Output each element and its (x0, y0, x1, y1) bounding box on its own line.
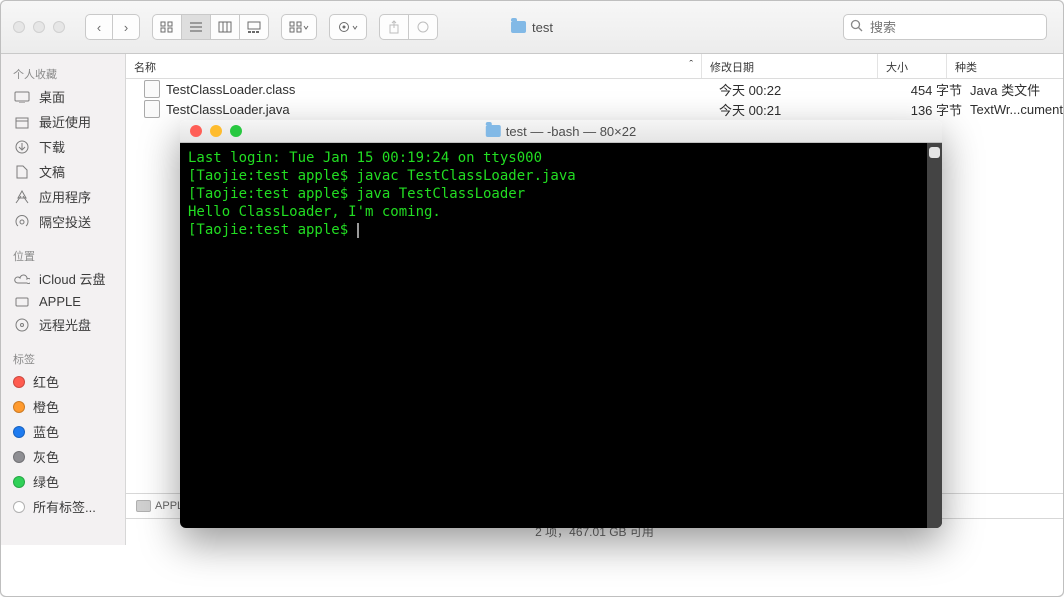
sidebar-item-desktop[interactable]: 桌面 (1, 84, 125, 109)
terminal-window[interactable]: test — -bash — 80×22 Last login: Tue Jan… (180, 120, 942, 528)
sidebar-item-applications[interactable]: 应用程序 (1, 184, 125, 209)
search-icon (850, 19, 863, 32)
desktop-icon (13, 90, 31, 104)
sidebar: 个人收藏 桌面 最近使用 下载 文稿 应用程序 隔空投送 位置 iCloud 云… (1, 54, 126, 545)
terminal-output: Last login: Tue Jan 15 00:19:24 on ttys0… (180, 143, 942, 245)
sidebar-item-airdrop[interactable]: 隔空投送 (1, 209, 125, 234)
action-group (329, 14, 367, 40)
finder-titlebar[interactable]: ‹ › test (1, 1, 1063, 54)
downloads-icon (13, 140, 31, 154)
column-size[interactable]: 大小 (878, 54, 947, 78)
terminal-scrollbar[interactable] (927, 143, 942, 528)
arrange-group (281, 14, 317, 40)
sidebar-item-remote-disc[interactable]: 远程光盘 (1, 312, 125, 337)
sidebar-item-downloads[interactable]: 下载 (1, 134, 125, 159)
close-button[interactable] (190, 125, 202, 137)
icon-view-button[interactable] (152, 14, 182, 40)
action-button[interactable] (329, 14, 367, 40)
view-mode-group (152, 14, 269, 40)
sidebar-tag-item[interactable]: 红色 (1, 369, 125, 394)
search-field[interactable] (843, 14, 1047, 40)
zoom-button[interactable] (230, 125, 242, 137)
sidebar-tag-item[interactable]: 绿色 (1, 469, 125, 494)
folder-icon (511, 21, 526, 33)
sidebar-tag-item[interactable]: 所有标签... (1, 494, 125, 519)
minimize-button[interactable] (33, 21, 45, 33)
recents-icon (13, 115, 31, 129)
nav-buttons: ‹ › (85, 14, 140, 40)
terminal-title: test — -bash — 80×22 (486, 124, 636, 139)
minimize-button[interactable] (210, 125, 222, 137)
tag-color-icon (13, 401, 25, 413)
file-row[interactable]: TestClassLoader.java今天 00:21136 字节TextWr… (126, 99, 1063, 119)
window-title: test (511, 20, 553, 35)
sidebar-item-apple-disk[interactable]: APPLE (1, 291, 125, 312)
column-headers[interactable]: 名称ˆ 修改日期 大小 种类 (126, 54, 1063, 79)
list-view-button[interactable] (182, 14, 211, 40)
share-button[interactable] (379, 14, 409, 40)
search-input[interactable] (843, 14, 1047, 40)
column-name[interactable]: 名称ˆ (126, 54, 702, 78)
terminal-body[interactable]: Last login: Tue Jan 15 00:19:24 on ttys0… (180, 143, 942, 528)
tag-color-icon (13, 451, 25, 463)
tags-button[interactable] (409, 14, 438, 40)
close-button[interactable] (13, 21, 25, 33)
sidebar-tag-item[interactable]: 橙色 (1, 394, 125, 419)
tag-color-icon (13, 501, 25, 513)
window-title-text: test (532, 20, 553, 35)
sidebar-tag-item[interactable]: 蓝色 (1, 419, 125, 444)
tag-color-icon (13, 376, 25, 388)
column-view-button[interactable] (211, 14, 240, 40)
file-icon (144, 100, 160, 118)
share-group (379, 14, 438, 40)
forward-button[interactable]: › (113, 14, 140, 40)
back-button[interactable]: ‹ (85, 14, 113, 40)
locations-header: 位置 (1, 244, 125, 266)
tag-color-icon (13, 476, 25, 488)
file-row[interactable]: TestClassLoader.class今天 00:22454 字节Java … (126, 79, 1063, 99)
tag-color-icon (13, 426, 25, 438)
applications-icon (13, 190, 31, 204)
disc-icon (13, 318, 31, 332)
folder-icon (486, 125, 501, 137)
column-kind[interactable]: 种类 (947, 54, 1063, 78)
sidebar-item-documents[interactable]: 文稿 (1, 159, 125, 184)
cloud-icon (13, 272, 31, 286)
documents-icon (13, 165, 31, 179)
airdrop-icon (13, 215, 31, 229)
sidebar-item-icloud[interactable]: iCloud 云盘 (1, 266, 125, 291)
gallery-view-button[interactable] (240, 14, 269, 40)
disk-icon (136, 500, 151, 512)
tags-header: 标签 (1, 347, 125, 369)
column-date[interactable]: 修改日期 (702, 54, 878, 78)
arrange-button[interactable] (281, 14, 317, 40)
sidebar-item-recents[interactable]: 最近使用 (1, 109, 125, 134)
finder-traffic-lights (13, 21, 65, 33)
sidebar-tag-item[interactable]: 灰色 (1, 444, 125, 469)
favorites-header: 个人收藏 (1, 62, 125, 84)
sort-chevron-icon: ˆ (689, 59, 693, 73)
file-icon (144, 80, 160, 98)
zoom-button[interactable] (53, 21, 65, 33)
disk-icon (13, 295, 31, 309)
terminal-titlebar[interactable]: test — -bash — 80×22 (180, 120, 942, 143)
